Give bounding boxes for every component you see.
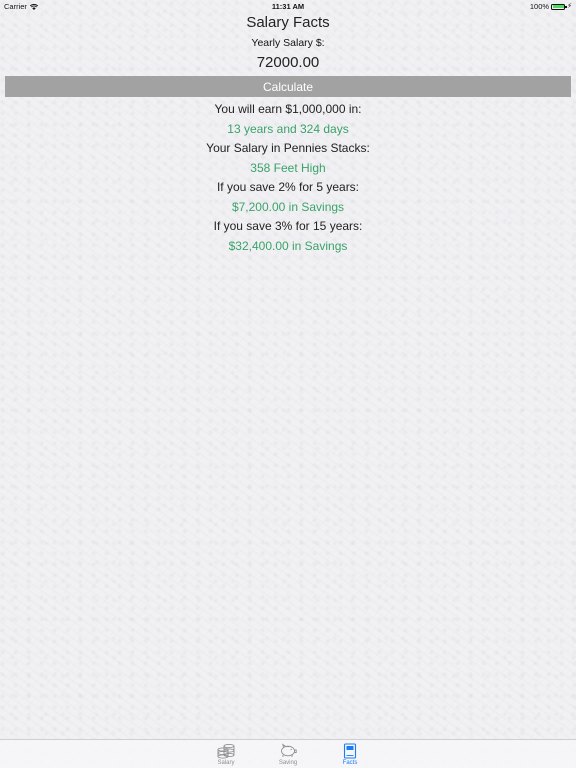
yearly-salary-label: Yearly Salary $: bbox=[251, 37, 325, 49]
million-question: You will earn $1,000,000 in: bbox=[214, 102, 362, 116]
book-icon bbox=[343, 742, 357, 759]
battery-percent: 100% bbox=[529, 2, 550, 11]
million-answer: 13 years and 324 days bbox=[227, 121, 349, 136]
coins-stack-icon bbox=[217, 742, 235, 759]
status-time: 11:31 AM bbox=[271, 2, 305, 11]
page-title: Salary Facts bbox=[246, 14, 330, 31]
battery-icon bbox=[551, 3, 567, 10]
save-3-percent-question: If you save 3% for 15 years: bbox=[213, 219, 363, 233]
charging-bolt-icon: ⚡ bbox=[567, 3, 572, 10]
pennies-question: Your Salary in Pennies Stacks: bbox=[206, 141, 370, 155]
calculate-button[interactable]: Calculate bbox=[5, 76, 571, 97]
save-2-percent-question: If you save 2% for 5 years: bbox=[216, 180, 360, 194]
facts-list: You will earn $1,000,000 in: 13 years an… bbox=[0, 100, 576, 256]
save-3-percent-answer: $32,400.00 in Savings bbox=[228, 238, 348, 253]
pennies-answer: 358 Feet High bbox=[250, 160, 326, 175]
tab-salary[interactable]: Salary bbox=[206, 740, 246, 768]
status-right: 100% ⚡ bbox=[530, 2, 572, 11]
save-2-percent-answer: $7,200.00 in Savings bbox=[231, 199, 345, 214]
tab-saving[interactable]: Saving bbox=[268, 740, 308, 768]
status-bar: Carrier 11:31 AM 100% ⚡ bbox=[0, 0, 576, 12]
piggy-bank-icon bbox=[279, 742, 297, 759]
tab-facts-label: Facts bbox=[342, 760, 358, 766]
yearly-salary-input[interactable] bbox=[188, 52, 388, 72]
tab-bar: Salary Saving Facts bbox=[0, 739, 576, 768]
tab-facts[interactable]: Facts bbox=[330, 740, 370, 768]
tab-saving-label: Saving bbox=[278, 760, 298, 766]
tab-salary-label: Salary bbox=[217, 760, 235, 766]
